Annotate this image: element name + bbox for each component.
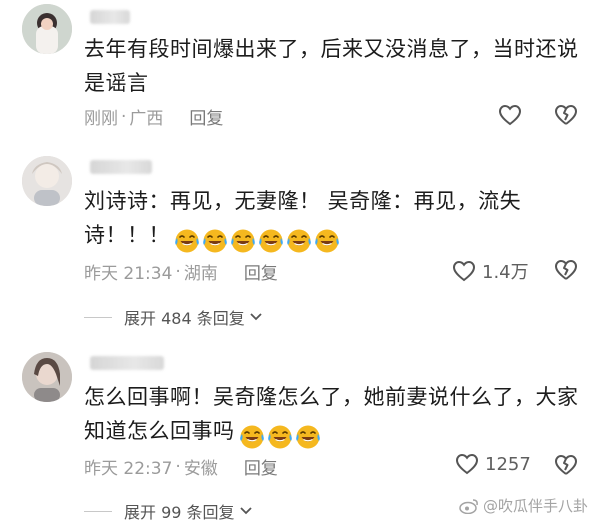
broken-heart-icon [555,260,577,280]
laughing-crying-emoji [175,229,199,253]
laughing-crying-emoji [259,229,283,253]
like-button[interactable] [498,104,522,126]
laughing-crying-emoji [295,425,320,449]
laughing-crying-emoji [231,229,255,253]
username-blurred[interactable] [90,10,130,24]
comment-time: 刚刚 [84,109,118,129]
broken-heart-icon [555,455,577,475]
laughing-crying-emoji [287,229,311,253]
laughing-crying-emoji [203,229,227,253]
laughing-crying-emoji [315,229,339,253]
like-count: 1.4万 [482,262,529,283]
chevron-down-icon [250,313,262,321]
comment-location: 湖南 [183,264,218,284]
avatar-image [22,156,72,206]
like-button[interactable]: 1257 [455,453,531,475]
meta-separator: · [175,261,181,282]
comment-meta: 刚刚 · 广西 回复 [84,104,223,130]
avatar[interactable] [22,352,72,402]
like-count: 1257 [485,453,531,475]
chevron-down-icon [239,507,252,515]
comment-text: 刘诗诗：再见，无妻隆！ 吴奇隆：再见，流失诗！！！ [84,184,584,257]
expand-divider [84,316,112,318]
heart-icon [455,453,479,475]
like-button[interactable]: 1.4万 [452,258,529,284]
comment-location: 安徽 [183,459,218,479]
expand-replies-button[interactable]: 展开 99 条回复 [84,499,253,523]
comment-text-content: 怎么回事啊！吴奇隆怎么了，她前妻说什么了，大家知道怎么回事吗 [84,385,579,443]
emoji-row [239,419,323,453]
expand-divider [84,510,112,512]
reply-button[interactable]: 回复 [244,259,278,284]
comment-time: 昨天 22:37 [84,459,173,479]
reply-button[interactable]: 回复 [189,104,223,129]
broken-heart-icon [555,105,577,125]
meta-separator: · [175,456,181,477]
weibo-logo-icon [459,498,478,514]
expand-replies-button[interactable]: 展开 484 条回复 [84,305,263,329]
comment-text: 去年有段时间爆出来了，后来又没消息了，当时还说是谣言 [84,32,584,100]
dislike-button[interactable] [554,104,578,130]
avatar-image [22,352,72,402]
dislike-button[interactable] [554,454,578,480]
reply-button[interactable]: 回复 [244,454,278,479]
avatar-image [22,4,72,54]
avatar[interactable] [22,4,72,54]
comment-time: 昨天 21:34 [84,264,173,284]
heart-icon [498,104,522,126]
avatar[interactable] [22,156,72,206]
comment-text-content: 去年有段时间爆出来了，后来又没消息了，当时还说是谣言 [84,37,579,95]
comment-meta: 昨天 21:34 · 湖南 回复 [84,259,278,285]
emoji-row [174,223,342,257]
username-blurred[interactable] [90,356,164,370]
dislike-button[interactable] [554,259,578,285]
laughing-crying-emoji [267,425,292,449]
watermark-text: @吹瓜伴手八卦 [482,497,588,515]
comment-text: 怎么回事啊！吴奇隆怎么了，她前妻说什么了，大家知道怎么回事吗 [84,380,584,453]
comment-meta: 昨天 22:37 · 安徽 回复 [84,454,278,480]
heart-icon [452,260,476,282]
expand-label: 展开 99 条回复 [124,503,235,522]
comment-location: 广西 [129,109,164,129]
expand-label: 展开 484 条回复 [124,309,245,328]
meta-separator: · [121,106,127,127]
laughing-crying-emoji [239,425,264,449]
username-blurred[interactable] [90,160,152,174]
watermark: @吹瓜伴手八卦 [459,495,588,516]
